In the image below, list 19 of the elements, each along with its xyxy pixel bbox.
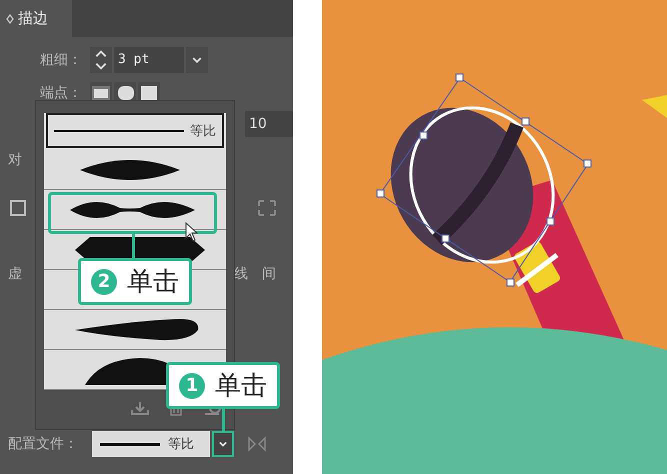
gap-label: 间 <box>262 265 276 283</box>
stepper-icon[interactable] <box>90 47 112 73</box>
stroke-tab[interactable]: 描边 <box>0 0 72 37</box>
cursor-icon <box>185 222 199 242</box>
weight-field[interactable]: 3 pt <box>114 47 184 73</box>
align-label: 对 <box>8 151 23 169</box>
weight-label: 粗细： <box>40 51 83 69</box>
caps-label: 端点： <box>40 84 83 102</box>
dash-label: 虚 <box>8 265 22 283</box>
step-callout-tooltip: 2 单击 <box>78 258 192 305</box>
step-callout-tooltip: 1 单击 <box>166 362 280 409</box>
dashed-line-checkbox[interactable] <box>10 200 26 216</box>
dash-label: 线 <box>234 265 248 283</box>
profile-label: 配置文件： <box>8 435 79 453</box>
leader-line <box>132 231 135 259</box>
limit-field[interactable]: 10 <box>245 111 293 137</box>
profile-field[interactable]: 等比 <box>92 431 210 457</box>
profile-option[interactable]: 等比 <box>46 113 224 148</box>
collapse-toggle-icon[interactable] <box>6 14 14 24</box>
